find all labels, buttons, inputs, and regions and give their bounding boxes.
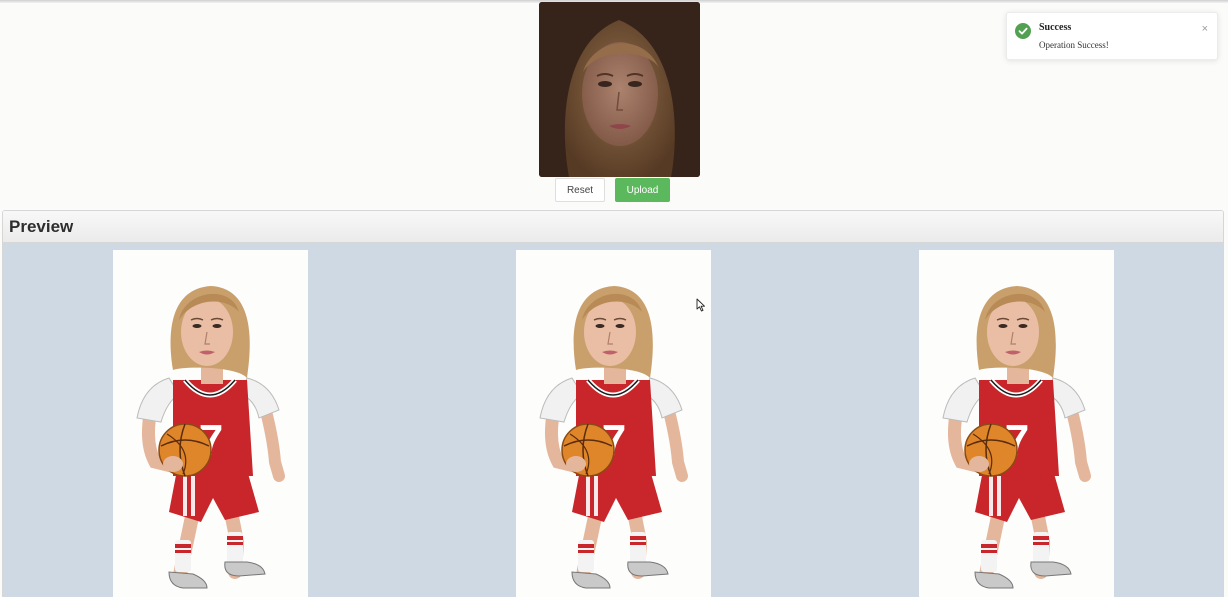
mouse-cursor-icon (696, 298, 705, 312)
preview-card-2: 7 (516, 250, 711, 597)
basketball-player-caricature: 7 (539, 286, 688, 589)
success-notification: Success Operation Success! × (1006, 12, 1218, 60)
upload-button[interactable]: Upload (615, 178, 670, 202)
basketball-player-caricature: 7 (942, 286, 1091, 589)
preview-panel-body: 7 7 7 (3, 243, 1223, 597)
preview-panel-heading: Preview (3, 211, 1223, 243)
notification-title: Success (1039, 22, 1072, 33)
basketball-player-caricature: 7 (136, 286, 285, 589)
preview-card-3: 7 (919, 250, 1114, 597)
preview-panel: Preview 7 7 7 (2, 210, 1224, 597)
uploaded-photo (539, 2, 700, 177)
close-icon[interactable]: × (1202, 24, 1208, 35)
check-circle-icon (1015, 23, 1031, 39)
face-photo-image (539, 2, 700, 177)
notification-message: Operation Success! (1039, 40, 1109, 50)
reset-button[interactable]: Reset (555, 178, 605, 202)
preview-title: Preview (9, 217, 74, 236)
preview-card-1: 7 (113, 250, 308, 597)
